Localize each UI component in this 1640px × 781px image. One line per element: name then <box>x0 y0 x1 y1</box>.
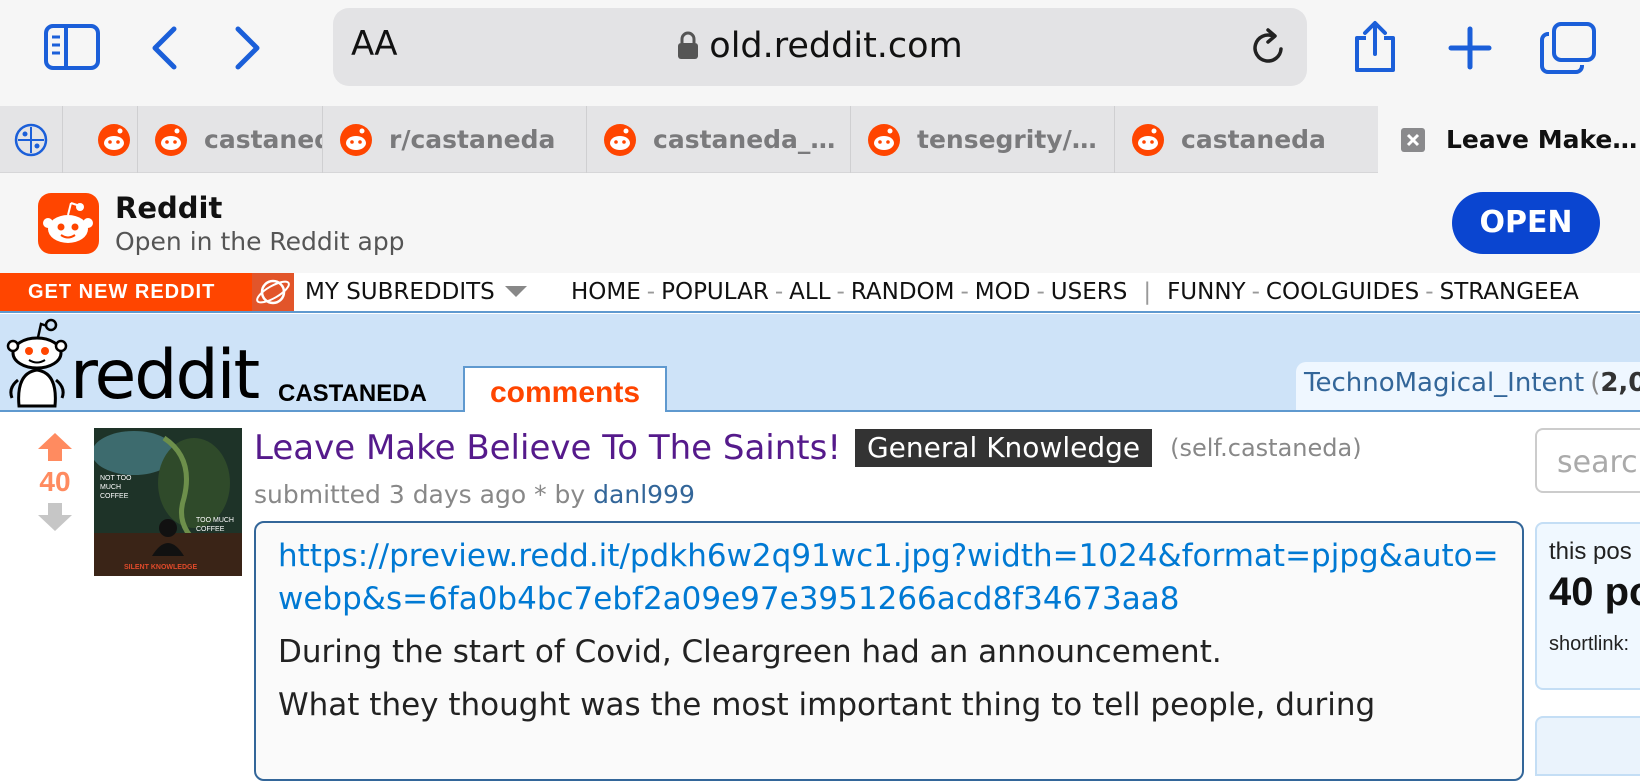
reddit-favicon-icon <box>1132 123 1164 156</box>
downvote-arrow-icon[interactable] <box>30 502 80 532</box>
lock-icon <box>678 31 699 59</box>
nav-link-coolguides[interactable]: COOLGUIDES <box>1266 279 1419 305</box>
app-banner: Reddit Open in the Reddit app OPEN <box>0 173 1640 273</box>
tab-label: castaneda_… <box>653 125 836 154</box>
url-display[interactable]: old.reddit.com <box>333 26 1307 66</box>
vote-column: 40 <box>30 432 80 532</box>
close-tab-icon[interactable] <box>1400 127 1426 153</box>
author-link[interactable]: danl999 <box>593 480 695 509</box>
tab-label: castaned <box>204 125 322 154</box>
post-title-link[interactable]: Leave Make Believe To The Saints! <box>254 428 841 468</box>
forward-icon[interactable] <box>232 26 262 70</box>
new-tab-icon[interactable] <box>1448 26 1492 70</box>
reddit-wordmark[interactable]: reddit <box>70 336 260 415</box>
nav-link-mod[interactable]: MOD <box>975 279 1031 305</box>
user-info: TechnoMagical_Intent (2,0 <box>1296 362 1640 410</box>
nav-link-random[interactable]: RANDOM <box>851 279 955 305</box>
back-icon[interactable] <box>150 26 180 70</box>
link-info-text: this pos <box>1549 538 1632 565</box>
reddit-favicon-icon <box>98 123 130 156</box>
tab-reddit-1[interactable] <box>62 106 137 173</box>
open-app-button[interactable]: OPEN <box>1452 192 1600 254</box>
tab-tensegrity[interactable]: tensegrity/… <box>850 106 1114 173</box>
tab-pinned[interactable] <box>0 106 62 173</box>
tab-label: tensegrity/… <box>917 125 1097 154</box>
post-domain[interactable]: (self.castaneda) <box>1170 434 1361 462</box>
nav-link-popular[interactable]: POPULAR <box>661 279 769 305</box>
share-icon[interactable] <box>1352 20 1398 74</box>
my-subreddits-label: MY SUBREDDITS <box>305 279 495 305</box>
thumbnail-text-top: NOT TOO MUCH COFFEE <box>100 475 132 500</box>
post-tagline: submitted 3 days ago * by danl999 <box>254 480 695 509</box>
subreddit-name[interactable]: CASTANEDA <box>278 380 427 408</box>
thumbnail-text-right: TOO MUCH COFFEE <box>196 517 234 533</box>
tab-label: r/castaneda <box>389 125 556 154</box>
post-thumbnail[interactable]: NOT TOO MUCH COFFEE TOO MUCH COFFEE SILE… <box>94 428 242 576</box>
banner-title: Reddit <box>115 191 223 225</box>
tab-overview-icon[interactable] <box>1540 22 1596 74</box>
circuit-icon <box>14 123 48 156</box>
reddit-app-icon <box>38 193 99 254</box>
post-score: 40 <box>39 466 71 497</box>
snoo-planet-icon[interactable] <box>252 273 294 311</box>
address-bar[interactable]: AA old.reddit.com <box>333 8 1307 86</box>
tagline-text: submitted 3 days ago * by <box>254 480 586 509</box>
subreddit-nav-bar: GET NEW REDDIT MY SUBREDDITS HOME - POPULA… <box>0 273 1640 313</box>
sidebar-box <box>1535 716 1640 776</box>
nav-link-strangeea[interactable]: STRANGEEA <box>1440 279 1579 305</box>
post-body: https://preview.redd.it/pdkh6w2q91wc1.jp… <box>254 521 1524 781</box>
snoo-logo-icon[interactable] <box>4 318 70 408</box>
post-flair[interactable]: General Knowledge <box>854 429 1153 467</box>
search-input[interactable]: searc <box>1535 428 1640 493</box>
tab-bar: castaned r/castaneda castaneda_… tensegr… <box>0 106 1640 173</box>
nav-link-home[interactable]: HOME <box>571 279 641 305</box>
reddit-favicon-icon <box>604 123 636 156</box>
url-text: old.reddit.com <box>709 26 963 66</box>
my-subreddits-dropdown[interactable]: MY SUBREDDITS <box>305 279 527 305</box>
reddit-favicon-icon <box>155 123 187 156</box>
nav-link-funny[interactable]: FUNNY <box>1167 279 1246 305</box>
body-image-link[interactable]: https://preview.redd.it/pdkh6w2q91wc1.jp… <box>278 535 1500 621</box>
shortlink-label: shortlink: <box>1549 633 1630 655</box>
tab-label: Leave Make… <box>1446 125 1638 154</box>
tab-leave-make-believe[interactable]: Leave Make… <box>1378 106 1640 173</box>
link-info-box: this pos 40 po shortlink: <box>1535 522 1640 690</box>
reload-icon[interactable] <box>1251 28 1287 66</box>
tab-castaneda[interactable]: castaneda <box>1114 106 1378 173</box>
thumbnail-text-bottom: SILENT KNOWLEDGE <box>124 564 198 571</box>
nav-links: HOME - POPULAR - ALL - RANDOM - MOD - USERS | FUNNY -… <box>571 279 1579 305</box>
get-new-reddit-button[interactable]: GET NEW REDDIT <box>0 273 252 311</box>
tab-r-castaneda[interactable]: r/castaneda <box>322 106 586 173</box>
sidebar-toggle-icon[interactable] <box>44 24 100 70</box>
reddit-favicon-icon <box>340 123 372 156</box>
link-info-points: 40 po <box>1549 570 1640 614</box>
tab-castaneda-underscore[interactable]: castaneda_… <box>586 106 850 173</box>
username-link[interactable]: TechnoMagical_Intent <box>1304 368 1584 398</box>
browser-toolbar: AA old.reddit.com <box>0 0 1640 106</box>
reddit-header: reddit CASTANEDA comments TechnoMagical_… <box>0 314 1640 415</box>
tab-castaned[interactable]: castaned <box>137 106 322 173</box>
banner-subtitle: Open in the Reddit app <box>115 227 405 256</box>
body-paragraph: During the start of Covid, Cleargreen ha… <box>278 634 1222 670</box>
post-title-row: Leave Make Believe To The Saints! General… <box>254 428 1362 468</box>
nav-link-all[interactable]: ALL <box>789 279 830 305</box>
body-paragraph: What they thought was the most important… <box>278 687 1376 723</box>
reddit-favicon-icon <box>868 123 900 156</box>
nav-link-users[interactable]: USERS <box>1051 279 1128 305</box>
karma-count: 2,0 <box>1600 368 1640 398</box>
chevron-down-icon <box>504 286 527 297</box>
upvote-arrow-icon[interactable] <box>30 432 80 462</box>
tab-comments[interactable]: comments <box>463 366 667 412</box>
tab-label: castaneda <box>1181 125 1326 154</box>
